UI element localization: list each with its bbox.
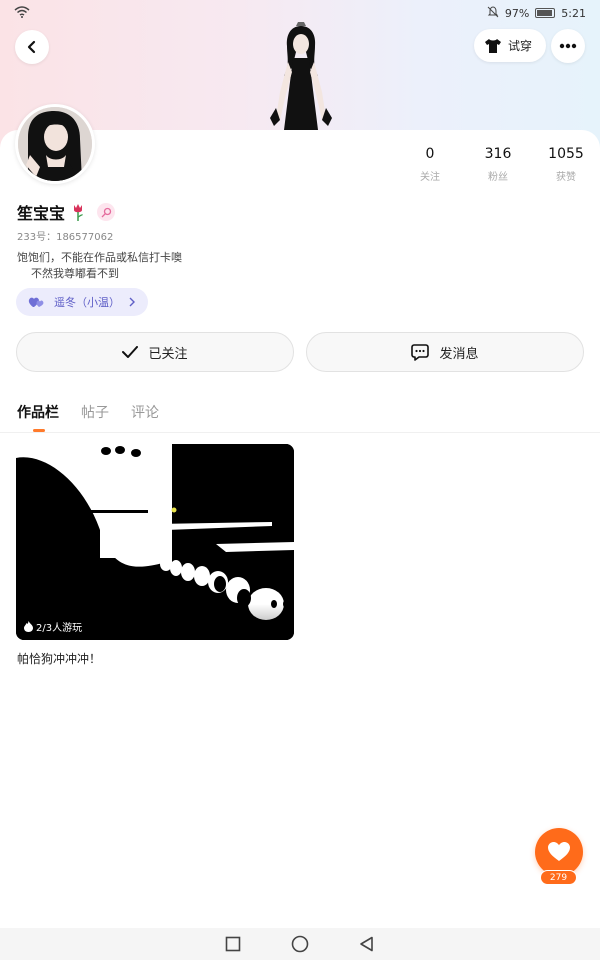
female-icon bbox=[97, 203, 116, 221]
work-thumbnail bbox=[16, 444, 294, 640]
stat-value: 316 bbox=[484, 146, 512, 162]
stat-label: 关注 bbox=[420, 172, 440, 183]
avatar-image bbox=[18, 107, 92, 181]
stat-fans[interactable]: 316 粉丝 bbox=[464, 146, 532, 183]
content-tabs: 作品栏 帖子 评论 bbox=[17, 402, 159, 432]
stat-label: 粉丝 bbox=[488, 172, 508, 183]
work-card[interactable]: 2/3人游玩 bbox=[16, 444, 294, 640]
username-row: 笙宝宝 bbox=[17, 200, 116, 224]
stat-value: 1055 bbox=[548, 146, 584, 162]
stat-likes[interactable]: 1055 获赞 bbox=[532, 146, 600, 183]
system-nav-bar bbox=[0, 928, 600, 960]
like-button[interactable] bbox=[535, 828, 583, 876]
user-id: 233号：186577062 bbox=[17, 232, 114, 243]
relationship-tag[interactable]: 遥冬（小温） bbox=[16, 288, 148, 316]
username: 笙宝宝 bbox=[17, 204, 66, 223]
double-heart-icon bbox=[28, 297, 44, 307]
relationship-tag-label: 遥冬（小温） bbox=[54, 296, 120, 309]
more-dots-icon bbox=[559, 43, 577, 49]
tab-posts[interactable]: 帖子 bbox=[81, 402, 109, 432]
stats-row: 0 关注 316 粉丝 1055 获赞 bbox=[396, 146, 600, 183]
stat-following[interactable]: 0 关注 bbox=[396, 146, 464, 183]
avatar[interactable] bbox=[15, 104, 95, 184]
back-nav-icon[interactable] bbox=[359, 936, 375, 952]
tab-works[interactable]: 作品栏 bbox=[17, 402, 59, 432]
mute-icon bbox=[487, 5, 499, 21]
back-button[interactable] bbox=[15, 30, 49, 64]
stat-value: 0 bbox=[425, 146, 435, 162]
bio-line: 不然我尊嘟看不到 bbox=[31, 267, 119, 280]
followed-label: 已关注 bbox=[148, 346, 188, 362]
like-count: 279 bbox=[540, 870, 577, 885]
clock: 5:21 bbox=[561, 6, 586, 20]
play-count: 2/3人游玩 bbox=[24, 619, 82, 634]
work-title[interactable]: 帕恰狗冲冲冲！ bbox=[17, 650, 101, 667]
more-button[interactable] bbox=[551, 29, 585, 63]
message-label: 发消息 bbox=[439, 346, 479, 362]
message-button[interactable]: 发消息 bbox=[306, 332, 584, 372]
battery-icon bbox=[535, 8, 556, 18]
stat-label: 获赞 bbox=[556, 172, 576, 183]
chat-bubble-icon bbox=[411, 343, 430, 361]
bio-line: 饱饱们，不能在作品或私信打卡噢 bbox=[17, 251, 182, 264]
wifi-icon bbox=[14, 5, 30, 21]
recents-icon[interactable] bbox=[225, 936, 241, 952]
followed-button[interactable]: 已关注 bbox=[16, 332, 294, 372]
shirt-icon bbox=[485, 38, 501, 53]
flame-icon bbox=[24, 621, 33, 632]
try-on-label: 试穿 bbox=[508, 39, 533, 53]
chevron-right-icon bbox=[129, 297, 135, 307]
divider bbox=[0, 432, 600, 433]
tulip-icon bbox=[74, 204, 84, 221]
play-count-label: 2/3人游玩 bbox=[36, 623, 83, 634]
try-on-button[interactable]: 试穿 bbox=[474, 29, 547, 62]
heart-icon bbox=[548, 842, 570, 861]
chevron-left-icon bbox=[27, 40, 36, 54]
battery-percent: 97% bbox=[504, 6, 530, 20]
check-icon bbox=[122, 346, 139, 358]
tab-comments[interactable]: 评论 bbox=[131, 402, 159, 432]
home-icon[interactable] bbox=[291, 935, 309, 953]
avatar-figure-image bbox=[270, 22, 332, 130]
bio: 饱饱们，不能在作品或私信打卡噢 不然我尊嘟看不到 bbox=[17, 250, 182, 282]
